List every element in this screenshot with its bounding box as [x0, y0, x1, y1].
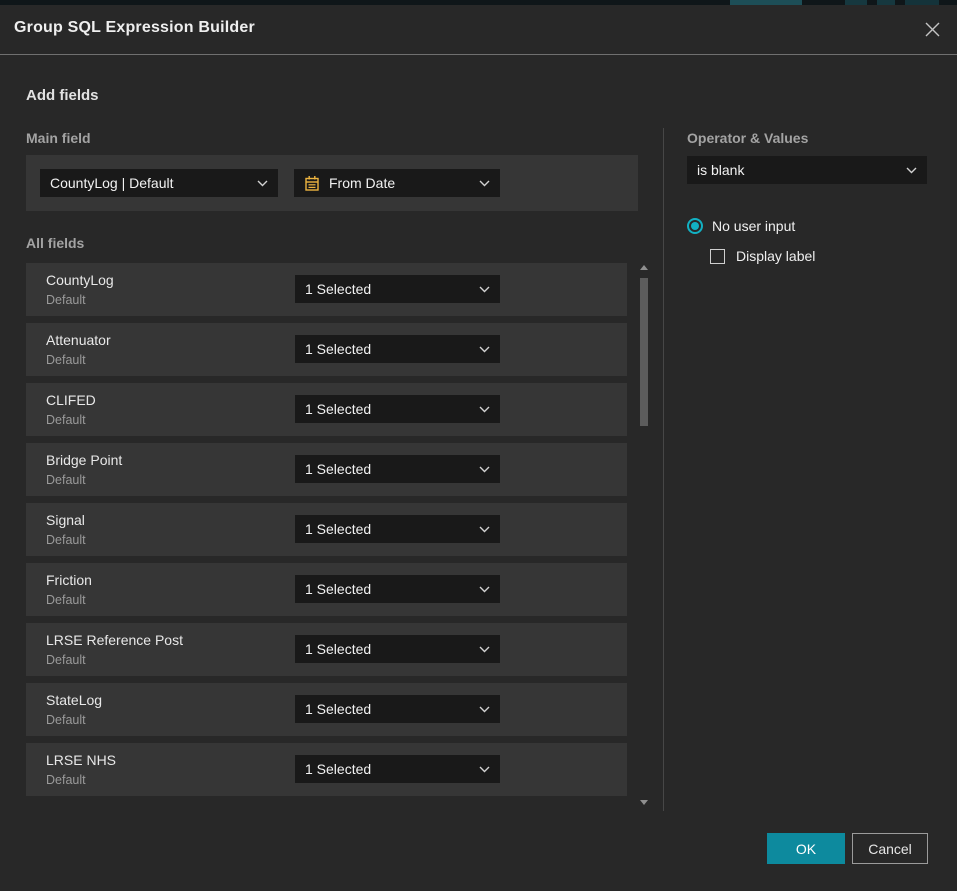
- field-row: LRSE NHS Default 1 Selected: [26, 743, 627, 796]
- field-selected-value: 1 Selected: [305, 281, 471, 297]
- main-field-name-select[interactable]: From Date: [294, 169, 500, 197]
- field-sublabel: Default: [46, 773, 86, 787]
- checkbox-label: Display label: [736, 248, 815, 264]
- field-name: Friction: [46, 572, 92, 588]
- field-name: LRSE Reference Post: [46, 632, 183, 648]
- chevron-down-icon: [257, 180, 268, 187]
- field-selected-value: 1 Selected: [305, 521, 471, 537]
- field-selected-value: 1 Selected: [305, 341, 471, 357]
- add-fields-heading: Add fields: [26, 87, 99, 104]
- chevron-down-icon: [479, 286, 490, 293]
- field-selected-dropdown[interactable]: 1 Selected: [295, 275, 500, 303]
- field-name: LRSE NHS: [46, 752, 116, 768]
- field-name: Attenuator: [46, 332, 111, 348]
- field-name: Signal: [46, 512, 85, 528]
- field-selected-dropdown[interactable]: 1 Selected: [295, 335, 500, 363]
- scrollbar-thumb[interactable]: [640, 278, 648, 426]
- chevron-down-icon: [479, 706, 490, 713]
- field-row: Attenuator Default 1 Selected: [26, 323, 627, 376]
- calendar-icon: [304, 175, 320, 192]
- field-sublabel: Default: [46, 413, 86, 427]
- field-sublabel: Default: [46, 593, 86, 607]
- chevron-down-icon: [479, 346, 490, 353]
- field-selected-dropdown[interactable]: 1 Selected: [295, 515, 500, 543]
- field-sublabel: Default: [46, 533, 86, 547]
- checkbox-unchecked-icon: [710, 249, 725, 264]
- chevron-down-icon: [479, 766, 490, 773]
- main-field-source-select[interactable]: CountyLog | Default: [40, 169, 278, 197]
- panel-divider: [663, 128, 664, 811]
- field-selected-value: 1 Selected: [305, 641, 471, 657]
- field-sublabel: Default: [46, 653, 86, 667]
- field-row: Bridge Point Default 1 Selected: [26, 443, 627, 496]
- field-selected-dropdown[interactable]: 1 Selected: [295, 575, 500, 603]
- field-name: CountyLog: [46, 272, 114, 288]
- main-field-source-value: CountyLog | Default: [50, 175, 249, 191]
- display-label-checkbox[interactable]: Display label: [710, 248, 815, 264]
- chevron-down-icon: [906, 167, 917, 174]
- field-name: Bridge Point: [46, 452, 122, 468]
- field-sublabel: Default: [46, 353, 86, 367]
- chevron-down-icon: [479, 466, 490, 473]
- field-sublabel: Default: [46, 293, 86, 307]
- field-sublabel: Default: [46, 473, 86, 487]
- field-sublabel: Default: [46, 713, 86, 727]
- operator-value: is blank: [697, 162, 898, 178]
- field-row: StateLog Default 1 Selected: [26, 683, 627, 736]
- all-fields-list: CountyLog Default 1 Selected Attenuator …: [26, 263, 627, 803]
- all-fields-label: All fields: [26, 235, 84, 251]
- list-scrollbar[interactable]: [636, 262, 651, 807]
- field-selected-value: 1 Selected: [305, 701, 471, 717]
- field-selected-value: 1 Selected: [305, 461, 471, 477]
- scroll-up-icon[interactable]: [636, 262, 651, 272]
- chevron-down-icon: [479, 406, 490, 413]
- ok-button[interactable]: OK: [767, 833, 845, 864]
- field-selected-dropdown[interactable]: 1 Selected: [295, 695, 500, 723]
- scroll-down-icon[interactable]: [636, 797, 651, 807]
- field-selected-value: 1 Selected: [305, 761, 471, 777]
- chevron-down-icon: [479, 646, 490, 653]
- chevron-down-icon: [479, 526, 490, 533]
- dialog-title: Group SQL Expression Builder: [14, 19, 255, 37]
- radio-selected-icon: [687, 218, 703, 234]
- operator-select[interactable]: is blank: [687, 156, 927, 184]
- field-name: StateLog: [46, 692, 102, 708]
- field-row: Signal Default 1 Selected: [26, 503, 627, 556]
- group-sql-expression-builder-dialog: Group SQL Expression Builder Add fields …: [0, 5, 957, 891]
- field-row: LRSE Reference Post Default 1 Selected: [26, 623, 627, 676]
- field-selected-value: 1 Selected: [305, 401, 471, 417]
- field-row: Friction Default 1 Selected: [26, 563, 627, 616]
- field-selected-dropdown[interactable]: 1 Selected: [295, 755, 500, 783]
- field-row: CLIFED Default 1 Selected: [26, 383, 627, 436]
- cancel-button[interactable]: Cancel: [852, 833, 928, 864]
- chevron-down-icon: [479, 180, 490, 187]
- close-icon[interactable]: [921, 18, 943, 40]
- field-row: CountyLog Default 1 Selected: [26, 263, 627, 316]
- main-field-label: Main field: [26, 130, 91, 146]
- dialog-titlebar: Group SQL Expression Builder: [0, 5, 957, 55]
- field-selected-value: 1 Selected: [305, 581, 471, 597]
- operator-values-label: Operator & Values: [687, 130, 808, 146]
- field-selected-dropdown[interactable]: 1 Selected: [295, 635, 500, 663]
- main-field-name-value: From Date: [329, 175, 471, 191]
- field-selected-dropdown[interactable]: 1 Selected: [295, 395, 500, 423]
- field-name: CLIFED: [46, 392, 96, 408]
- radio-label: No user input: [712, 218, 795, 234]
- chevron-down-icon: [479, 586, 490, 593]
- main-field-panel: CountyLog | Default From Date: [26, 155, 638, 211]
- field-selected-dropdown[interactable]: 1 Selected: [295, 455, 500, 483]
- no-user-input-radio[interactable]: No user input: [687, 218, 795, 234]
